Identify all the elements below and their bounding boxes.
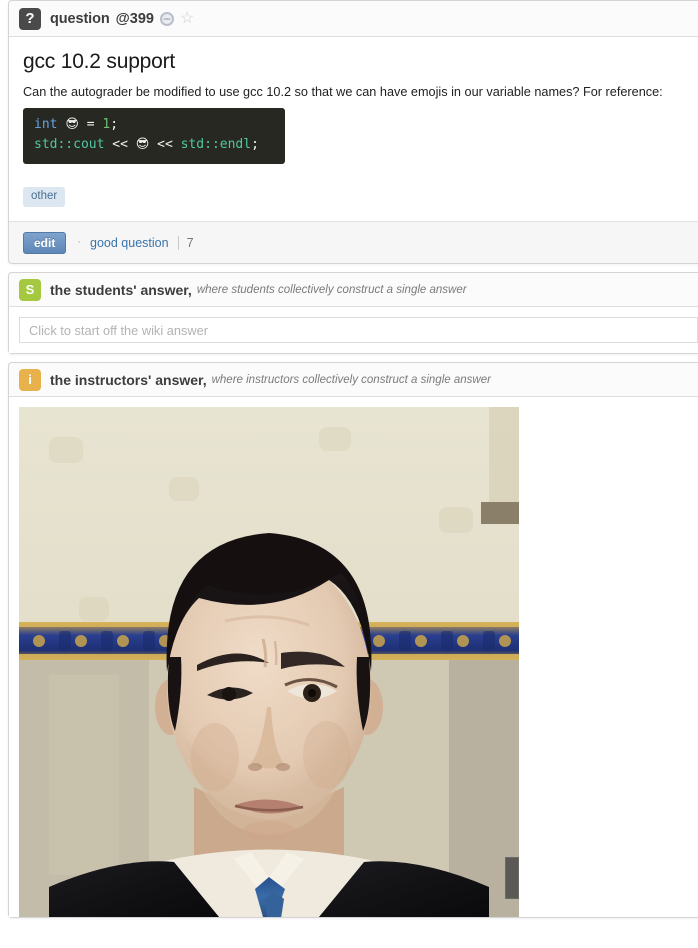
post-number-label: @399	[115, 10, 154, 27]
piazza-post-page: ? question @399 ☆ gcc 10.2 support Can t…	[0, 0, 698, 948]
instructors-badge-icon: i	[19, 368, 41, 391]
wiki-answer-input[interactable]: Click to start off the wiki answer	[19, 317, 698, 344]
section-gap-1	[0, 264, 698, 273]
question-body: gcc 10.2 support Can the autograder be m…	[9, 37, 698, 164]
good-question-count: 7	[186, 235, 194, 250]
edit-button[interactable]: edit	[23, 231, 67, 254]
star-icon[interactable]: ☆	[180, 10, 194, 27]
answer-photo-image	[19, 407, 519, 918]
action-divider	[177, 235, 179, 250]
code-line-2: std::cout << 😎 << std::endl;	[34, 135, 274, 155]
students-answer-title: the students' answer,	[50, 281, 192, 298]
code-token-emoji-2: 😎	[135, 137, 150, 153]
code-token-emoji: 😎	[65, 117, 79, 133]
question-card: ? question @399 ☆ gcc 10.2 support Can t…	[8, 0, 698, 265]
code-token-assign: =	[78, 117, 103, 133]
students-answer-card: S the students' answer, where students c…	[8, 272, 698, 355]
code-token-shift-1: <<	[104, 137, 136, 153]
question-action-bar: edit · good question 7	[9, 221, 698, 264]
code-token-number: 1	[102, 117, 111, 133]
question-header: ? question @399 ☆	[9, 1, 698, 37]
eye-icon[interactable]	[159, 11, 174, 26]
tag-list: other	[9, 163, 698, 222]
video-scrub-handle[interactable]	[505, 857, 519, 900]
instructors-answer-header: i the instructors' answer, where instruc…	[9, 363, 698, 398]
tag-other[interactable]: other	[23, 186, 66, 208]
question-mark-icon: ?	[19, 7, 41, 30]
instructors-answer-card: i the instructors' answer, where instruc…	[8, 362, 698, 919]
question-text: Can the autograder be modified to use gc…	[23, 85, 663, 100]
code-block: int 😎 = 1; std::cout << 😎 << std::endl;	[23, 108, 285, 164]
students-answer-subtitle: where students collectively construct a …	[196, 283, 467, 296]
code-token-cout: std::cout	[34, 137, 105, 153]
answer-photo	[19, 407, 519, 918]
action-separator: ·	[77, 236, 82, 249]
question-meta: question @399 ☆	[50, 10, 194, 27]
code-token-semicolon-2: ;	[251, 137, 259, 153]
code-token-keyword: int	[34, 117, 58, 133]
section-gap-2	[0, 354, 698, 363]
instructors-answer-title: the instructors' answer,	[50, 371, 207, 388]
page-title: gcc 10.2 support	[23, 50, 176, 73]
code-line-1: int 😎 = 1;	[34, 115, 274, 135]
post-kind-label: question	[50, 10, 110, 27]
instructors-answer-body	[9, 397, 698, 918]
good-question-link[interactable]: good question	[90, 236, 169, 250]
students-badge-icon: S	[19, 278, 41, 301]
code-token-shift-2: <<	[149, 137, 181, 153]
instructors-answer-subtitle: where instructors collectively construct…	[211, 373, 491, 386]
code-token-endl: std::endl	[180, 137, 252, 153]
students-answer-body: Click to start off the wiki answer	[9, 307, 698, 354]
code-token-semicolon-1: ;	[110, 117, 119, 133]
students-answer-header: S the students' answer, where students c…	[9, 273, 698, 308]
